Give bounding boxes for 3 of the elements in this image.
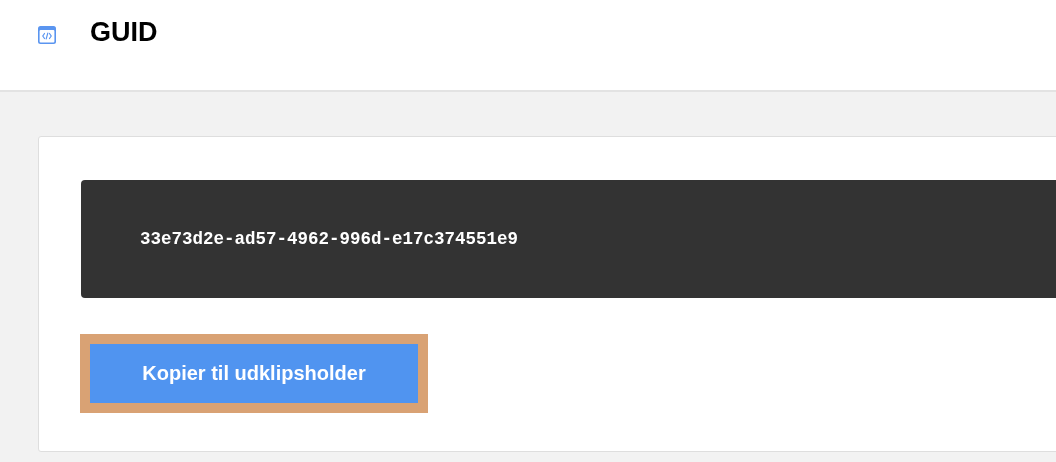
code-icon [37, 25, 57, 45]
page-title: GUID [90, 17, 158, 48]
guid-text: 33e73d2e-ad57-4962-996d-e17c374551e9 [140, 229, 519, 249]
